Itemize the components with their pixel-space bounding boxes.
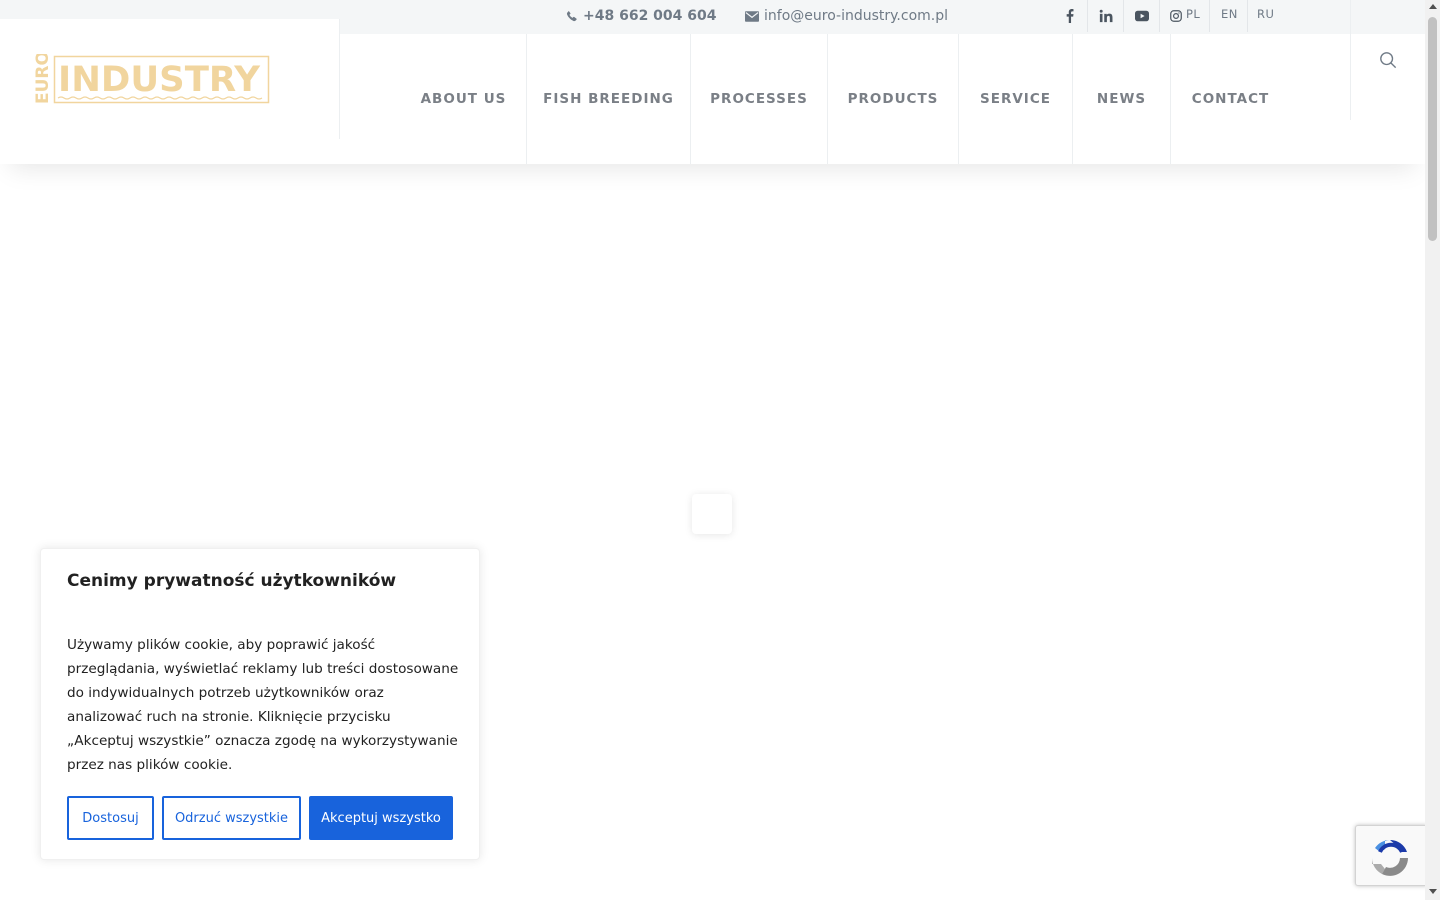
cookie-description: Używamy plików cookie, aby poprawić jako…: [67, 637, 459, 773]
lang-divider: [1247, 0, 1248, 32]
nav-fish-breeding[interactable]: FISH BREEDING: [527, 34, 691, 164]
scroll-down-arrow[interactable]: [1429, 889, 1437, 894]
lang-pl[interactable]: PL: [1186, 7, 1200, 21]
facebook-icon: [1066, 9, 1073, 23]
site-header: EURO INDUSTRY ABOUT US FISH BREEDING PRO…: [0, 0, 1425, 164]
search-button[interactable]: [1350, 0, 1425, 120]
nav-contact[interactable]: CONTACT: [1171, 34, 1290, 164]
cookie-consent-banner: Cenimy prywatność użytkowników Używamy p…: [40, 548, 480, 860]
euro-industry-logo[interactable]: EURO INDUSTRY: [34, 54, 270, 106]
nav-label: CONTACT: [1191, 91, 1270, 107]
linkedin-link[interactable]: [1088, 0, 1124, 32]
scroll-thumb[interactable]: [1428, 17, 1437, 241]
youtube-link[interactable]: [1124, 0, 1160, 32]
envelope-icon: [745, 10, 759, 22]
reject-all-button[interactable]: Odrzuć wszystkie: [162, 796, 301, 840]
nav-news[interactable]: NEWS: [1073, 34, 1171, 164]
nav-label: PROCESSES: [710, 91, 808, 107]
nav-label: PRODUCTS: [847, 91, 939, 107]
facebook-link[interactable]: [1052, 0, 1088, 32]
nav-label: SERVICE: [980, 91, 1051, 107]
nav-label: NEWS: [1096, 91, 1147, 107]
email-address: info@euro-industry.com.pl: [764, 8, 948, 24]
phone-link[interactable]: +48 662 004 604: [566, 8, 717, 24]
email-link[interactable]: info@euro-industry.com.pl: [745, 8, 948, 24]
nav-label: FISH BREEDING: [543, 91, 674, 107]
recaptcha-icon: [1372, 839, 1408, 876]
lang-en[interactable]: EN: [1221, 7, 1238, 21]
cookie-title: Cenimy prywatność użytkowników: [67, 571, 397, 591]
logo-euro-text: EURO: [34, 54, 53, 104]
phone-number: +48 662 004 604: [583, 8, 717, 24]
nav-about-us[interactable]: ABOUT US: [401, 34, 527, 164]
customize-button[interactable]: Dostosuj: [67, 796, 154, 840]
logo-container[interactable]: EURO INDUSTRY: [0, 19, 340, 139]
nav-processes[interactable]: PROCESSES: [691, 34, 828, 164]
recaptcha-badge[interactable]: [1355, 825, 1427, 886]
search-icon: [1380, 52, 1397, 69]
lang-ru[interactable]: RU: [1257, 7, 1274, 21]
scroll-up-arrow[interactable]: [1429, 4, 1437, 9]
youtube-icon: [1134, 10, 1149, 22]
phone-icon: [566, 10, 577, 22]
scrollbar[interactable]: [1425, 0, 1440, 900]
accept-all-button[interactable]: Akceptuj wszystko: [309, 796, 453, 840]
instagram-link[interactable]: [1160, 0, 1210, 32]
linkedin-icon: [1099, 9, 1112, 23]
logo-industry-text: INDUSTRY: [58, 60, 261, 100]
loading-spinner: [692, 494, 732, 534]
nav-service[interactable]: SERVICE: [959, 34, 1073, 164]
nav-products[interactable]: PRODUCTS: [828, 34, 959, 164]
nav-label: ABOUT US: [420, 91, 507, 107]
instagram-icon: [1170, 10, 1182, 22]
